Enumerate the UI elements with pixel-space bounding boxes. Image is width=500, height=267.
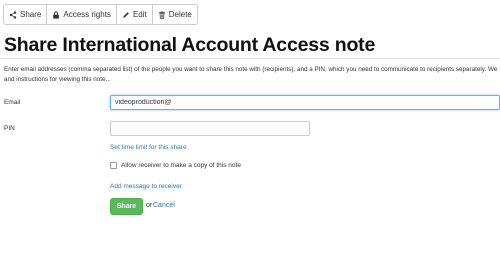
title-divider — [0, 58, 500, 59]
allow-copy-row: Allow receiver to make a copy of this no… — [110, 162, 241, 169]
cancel-link[interactable]: Cancel — [153, 202, 175, 209]
access-rights-button[interactable]: Access rights — [47, 5, 117, 24]
intro-text-line-2: and instructions for viewing this note..… — [4, 76, 111, 83]
set-time-limit-link[interactable]: Set time limit for this share — [110, 144, 187, 151]
email-field[interactable] — [110, 95, 500, 110]
lock-icon — [52, 10, 60, 19]
delete-button[interactable]: Delete — [153, 5, 197, 24]
trash-icon — [158, 10, 166, 19]
share-button[interactable]: Share — [4, 5, 48, 24]
intro-text-line-1: Enter email addresses (comma separated l… — [4, 66, 498, 73]
share-button-label: Share — [20, 10, 42, 19]
allow-copy-label: Allow receiver to make a copy of this no… — [121, 162, 241, 169]
edit-button-label: Edit — [132, 10, 147, 19]
delete-button-label: Delete — [168, 10, 192, 19]
share-icon — [9, 10, 17, 19]
edit-button[interactable]: Edit — [117, 5, 153, 24]
pencil-icon — [122, 11, 130, 19]
add-message-link[interactable]: Add message to receiver — [110, 183, 182, 190]
or-text: or — [146, 202, 153, 209]
share-note-page: Share Access rights Edit Delete Share In… — [0, 0, 500, 267]
intro-text: Enter email addresses (comma separated l… — [4, 65, 500, 85]
page-title: Share International Account Access note — [4, 34, 376, 56]
allow-copy-checkbox[interactable] — [110, 162, 117, 169]
pin-label: PIN — [4, 125, 15, 132]
note-toolbar: Share Access rights Edit Delete — [3, 4, 198, 25]
access-rights-button-label: Access rights — [63, 10, 111, 19]
share-submit-button[interactable]: Share — [110, 198, 143, 215]
pin-field[interactable] — [110, 121, 310, 136]
email-label: Email — [4, 99, 21, 106]
